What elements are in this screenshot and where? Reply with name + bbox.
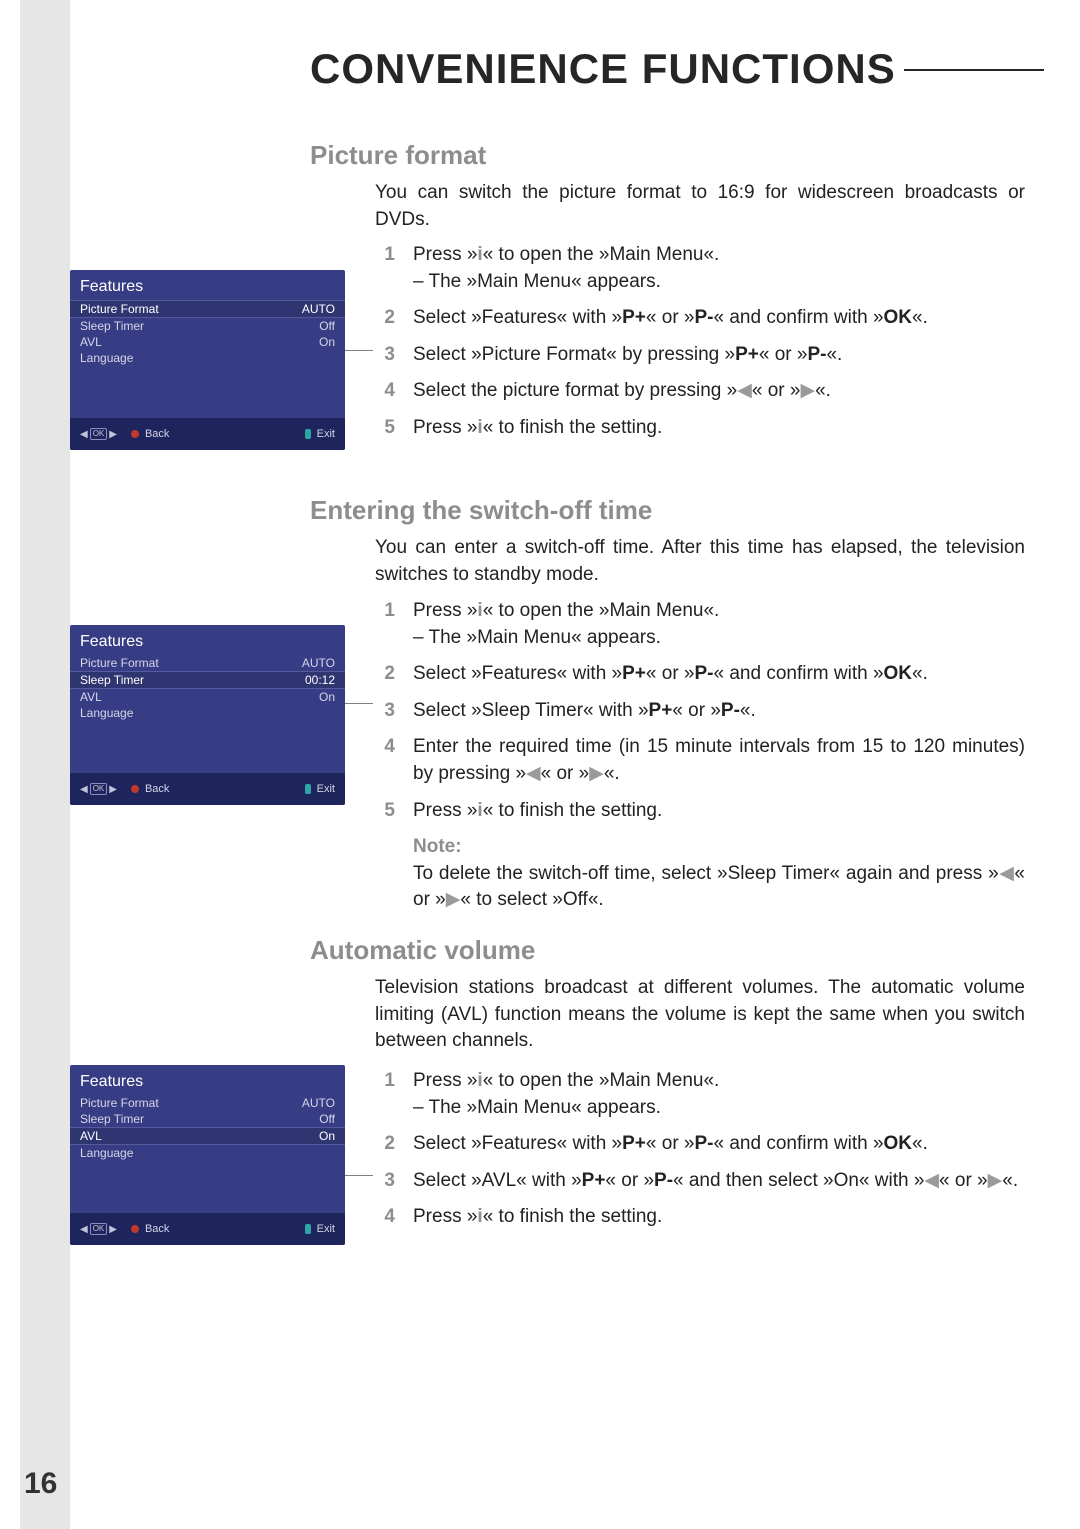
osd-footer: ◀OK▶ Back Exit xyxy=(70,418,345,450)
osd-row-avl: AVLOn xyxy=(70,334,345,350)
intro-picture-format: You can switch the picture format to 16:… xyxy=(375,180,1025,233)
osd-row-avl-hl: AVLOn xyxy=(70,1127,345,1145)
teal-dot-icon xyxy=(305,429,311,439)
osd-features-2: Features Picture FormatAUTO Sleep Timer0… xyxy=(70,625,345,805)
osd-title: Features xyxy=(70,270,345,300)
osd-row-language: Language xyxy=(70,350,345,366)
page-number: 16 xyxy=(24,1467,57,1501)
intro-avl: Television stations broadcast at differe… xyxy=(375,975,1025,1055)
osd-features-1: Features Picture FormatAUTO Sleep TimerO… xyxy=(70,270,345,450)
heading-picture-format: Picture format xyxy=(310,140,486,171)
osd-row-sleep: Sleep TimerOff xyxy=(70,318,345,334)
note-text: To delete the switch-off time, select »S… xyxy=(413,861,1025,914)
osd-features-3: Features Picture FormatAUTO Sleep TimerO… xyxy=(70,1065,345,1245)
steps-picture-format: 1 Press »i« to open the »Main Menu«.– Th… xyxy=(375,242,1025,452)
page-title: CONVENIENCE FUNCTIONS xyxy=(310,45,1025,93)
steps-switch-off: 1 Press »i« to open the »Main Menu«.– Th… xyxy=(375,598,1025,914)
margin-strip xyxy=(20,0,70,1529)
steps-avl: 1 Press »i« to open the »Main Menu«.– Th… xyxy=(375,1068,1025,1241)
title-text: CONVENIENCE FUNCTIONS xyxy=(310,45,896,92)
intro-switch-off: You can enter a switch-off time. After t… xyxy=(375,535,1025,588)
note-label: Note: xyxy=(413,834,1025,861)
osd-row-sleep-hl: Sleep Timer00:12 xyxy=(70,671,345,689)
heading-switch-off: Entering the switch-off time xyxy=(310,495,652,526)
heading-avl: Automatic volume xyxy=(310,935,535,966)
osd-row-picture-format: Picture FormatAUTO xyxy=(70,300,345,318)
red-dot-icon xyxy=(131,430,139,438)
